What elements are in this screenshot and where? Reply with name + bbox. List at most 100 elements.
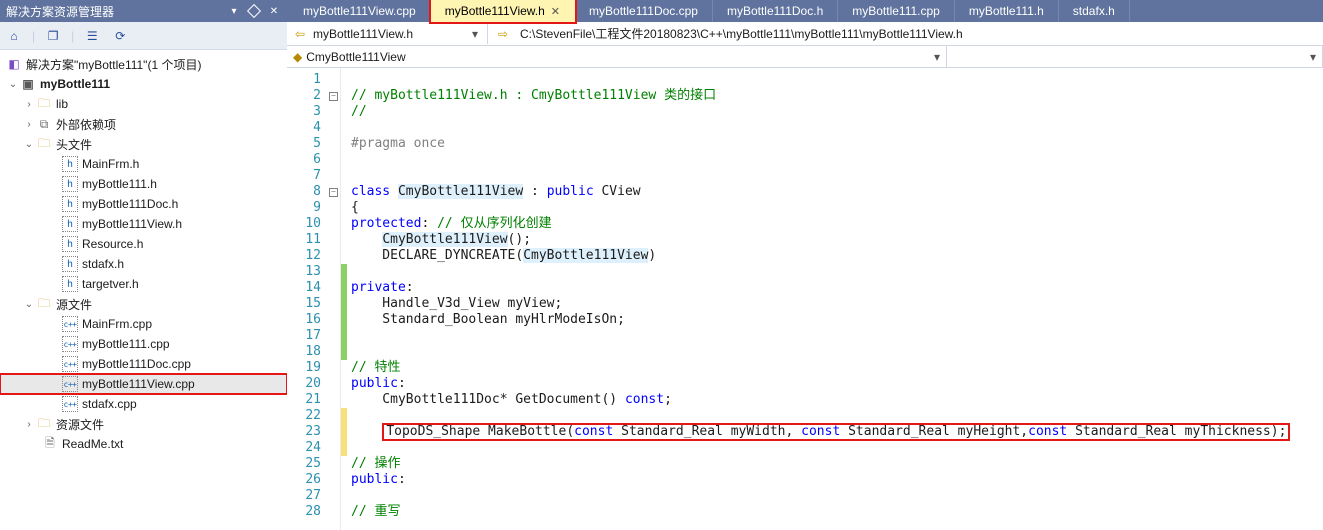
file-item[interactable]: myBottle111View.h — [0, 214, 287, 234]
solution-label: 解决方案"myBottle111"(1 个项目) — [26, 56, 201, 73]
close-icon[interactable]: ✕ — [551, 5, 560, 18]
nav-bar: ⇦ myBottle111View.h ▾ ⇨ C:\StevenFile\工程… — [287, 22, 1323, 46]
folder-label: 源文件 — [56, 296, 92, 313]
nav-back-icon[interactable]: ⇦ — [291, 25, 309, 43]
folder-icon: 🗀 — [36, 416, 52, 432]
editor-tab[interactable]: myBottle111.cpp — [838, 0, 955, 22]
file-item[interactable]: MainFrm.h — [0, 154, 287, 174]
line-number-gutter: 1234567891011121314151617181920212223242… — [287, 68, 327, 530]
header-file-icon — [62, 256, 78, 272]
header-file-icon — [62, 216, 78, 232]
file-label: MainFrm.cpp — [82, 317, 152, 331]
folder-lib[interactable]: › 🗀 lib — [0, 94, 287, 114]
dropdown-icon[interactable]: ▾ — [227, 4, 241, 18]
file-item[interactable]: stdafx.cpp — [0, 394, 287, 414]
separator — [487, 24, 488, 44]
class-icon: ◆ — [293, 50, 302, 64]
scope-label: CmyBottle111View — [306, 50, 405, 64]
file-item[interactable]: myBottle111.h — [0, 174, 287, 194]
file-readme[interactable]: 🗎 ReadMe.txt — [0, 434, 287, 454]
home-icon[interactable]: ⌂ — [4, 26, 24, 46]
file-label: myBottle111View.cpp — [82, 377, 195, 391]
editor-tab[interactable]: myBottle111Doc.h — [713, 0, 838, 22]
header-file-icon — [62, 176, 78, 192]
file-item[interactable]: myBottle111View.cpp — [0, 374, 287, 394]
folder-label: 资源文件 — [56, 416, 104, 433]
expand-toggle[interactable]: › — [22, 99, 36, 110]
nav-forward-icon[interactable]: ⇨ — [494, 25, 512, 43]
text-file-icon: 🗎 — [42, 436, 58, 452]
folder-external-deps[interactable]: › ⧉ 外部依赖项 — [0, 114, 287, 134]
header-file-icon — [62, 236, 78, 252]
code-editor[interactable]: 1234567891011121314151617181920212223242… — [287, 68, 1323, 530]
editor-area: myBottle111View.cppmyBottle111View.h✕myB… — [287, 0, 1323, 530]
file-item[interactable]: stdafx.h — [0, 254, 287, 274]
cpp-file-icon — [62, 376, 78, 392]
file-item[interactable]: myBottle111Doc.h — [0, 194, 287, 214]
chevron-down-icon[interactable]: ▾ — [469, 27, 481, 41]
properties-icon[interactable]: ☰ — [82, 26, 102, 46]
project-icon: ▣ — [20, 76, 36, 92]
member-bar: ◆ CmyBottle111View ▾ ▾ — [287, 46, 1323, 68]
collapse-toggle[interactable]: ⌄ — [22, 139, 36, 150]
folder-label: 外部依赖项 — [56, 116, 116, 133]
refresh-icon[interactable]: ⟳ — [110, 26, 130, 46]
member-selector[interactable]: ▾ — [947, 46, 1323, 67]
file-label: stdafx.cpp — [82, 397, 137, 411]
header-file-icon — [62, 276, 78, 292]
file-label: myBottle111.cpp — [82, 337, 170, 351]
expand-toggle[interactable]: › — [22, 119, 36, 130]
editor-tab[interactable]: myBottle111View.h✕ — [431, 0, 575, 22]
header-file-icon — [62, 196, 78, 212]
file-label: stdafx.h — [82, 257, 124, 271]
chevron-down-icon[interactable]: ▾ — [934, 50, 940, 64]
copy-icon[interactable]: ❐ — [43, 26, 63, 46]
file-label: myBottle111Doc.h — [82, 197, 178, 211]
file-item[interactable]: targetver.h — [0, 274, 287, 294]
editor-tab[interactable]: myBottle111View.cpp — [289, 0, 431, 22]
collapse-toggle[interactable]: ⌄ — [6, 79, 20, 90]
folder-icon: 🗀 — [36, 96, 52, 112]
solution-node[interactable]: ◧ 解决方案"myBottle111"(1 个项目) — [0, 54, 287, 74]
file-item[interactable]: myBottle111.cpp — [0, 334, 287, 354]
nav-current-file[interactable]: myBottle111View.h — [309, 27, 469, 41]
solution-icon: ◧ — [6, 56, 22, 72]
outline-gutter[interactable]: −− — [327, 68, 341, 530]
folder-label: lib — [56, 97, 68, 111]
file-item[interactable]: myBottle111Doc.cpp — [0, 354, 287, 374]
file-label: targetver.h — [82, 277, 139, 291]
editor-tab[interactable]: myBottle111.h — [955, 0, 1059, 22]
pin-icon[interactable] — [247, 4, 261, 18]
folder-icon: 🗀 — [36, 296, 52, 312]
code-content[interactable]: // myBottle111View.h : CmyBottle111View … — [347, 68, 1323, 530]
cpp-file-icon — [62, 356, 78, 372]
nav-path[interactable]: C:\StevenFile\工程文件20180823\C++\myBottle1… — [516, 25, 1319, 42]
editor-tab[interactable]: myBottle111Doc.cpp — [575, 0, 713, 22]
folder-icon: 🗀 — [36, 136, 52, 152]
folder-label: 头文件 — [56, 136, 92, 153]
file-item[interactable]: MainFrm.cpp — [0, 314, 287, 334]
folder-resources[interactable]: › 🗀 资源文件 — [0, 414, 287, 434]
expand-toggle[interactable]: › — [22, 419, 36, 430]
editor-tab[interactable]: stdafx.h — [1059, 0, 1130, 22]
file-label: MainFrm.h — [82, 157, 139, 171]
close-icon[interactable]: ✕ — [267, 4, 281, 18]
collapse-toggle[interactable]: ⌄ — [22, 299, 36, 310]
cpp-file-icon — [62, 396, 78, 412]
solution-tree[interactable]: ◧ 解决方案"myBottle111"(1 个项目) ⌄ ▣ myBottle1… — [0, 50, 287, 530]
cpp-file-icon — [62, 336, 78, 352]
solution-explorer-title: 解决方案资源管理器 — [6, 3, 114, 20]
solution-explorer-panel: 解决方案资源管理器 ▾ ✕ ⌂ | ❐ | ☰ ⟳ ◧ 解决方案"myBottl… — [0, 0, 287, 530]
solution-explorer-titlebar: 解决方案资源管理器 ▾ ✕ — [0, 0, 287, 22]
chevron-down-icon[interactable]: ▾ — [1310, 50, 1316, 64]
tab-label: myBottle111Doc.h — [727, 4, 823, 18]
project-node[interactable]: ⌄ ▣ myBottle111 — [0, 74, 287, 94]
file-item[interactable]: Resource.h — [0, 234, 287, 254]
tab-label: myBottle111.cpp — [852, 4, 940, 18]
folder-headers[interactable]: ⌄ 🗀 头文件 — [0, 134, 287, 154]
tab-label: myBottle111.h — [969, 4, 1044, 18]
scope-selector[interactable]: ◆ CmyBottle111View ▾ — [287, 46, 947, 67]
file-label: myBottle111View.h — [82, 217, 182, 231]
folder-sources[interactable]: ⌄ 🗀 源文件 — [0, 294, 287, 314]
cpp-file-icon — [62, 316, 78, 332]
